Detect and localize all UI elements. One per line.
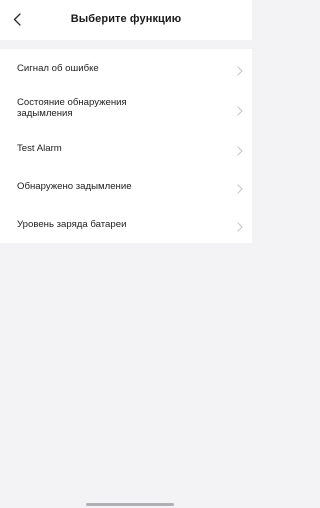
- list-item-battery-level[interactable]: Уровень заряда батареи: [0, 205, 252, 243]
- function-list: Сигнал об ошибке Состояние обнаружения з…: [0, 49, 252, 243]
- list-item-label: Обнаружено задымление: [17, 180, 132, 192]
- list-item-label: Уровень заряда батареи: [17, 218, 127, 230]
- list-item-error-signal[interactable]: Сигнал об ошибке: [0, 49, 252, 87]
- chevron-right-icon: [237, 181, 243, 194]
- list-item-test-alarm[interactable]: Test Alarm: [0, 129, 252, 167]
- page-title: Выберите функцию: [70, 13, 182, 25]
- chevron-right-icon: [237, 143, 243, 156]
- home-indicator: [86, 503, 174, 506]
- chevron-right-icon: [237, 63, 243, 76]
- chevron-right-icon: [237, 219, 243, 232]
- list-item-smoke-detection-state[interactable]: Состояние обнаружения задымления: [0, 87, 252, 129]
- list-item-smoke-detected[interactable]: Обнаружено задымление: [0, 167, 252, 205]
- list-item-label: Состояние обнаружения задымления: [17, 97, 127, 119]
- top-bar: Выберите функцию: [0, 0, 252, 40]
- list-item-label: Test Alarm: [17, 142, 62, 154]
- chevron-right-icon: [237, 103, 243, 116]
- list-item-label: Сигнал об ошибке: [17, 62, 99, 74]
